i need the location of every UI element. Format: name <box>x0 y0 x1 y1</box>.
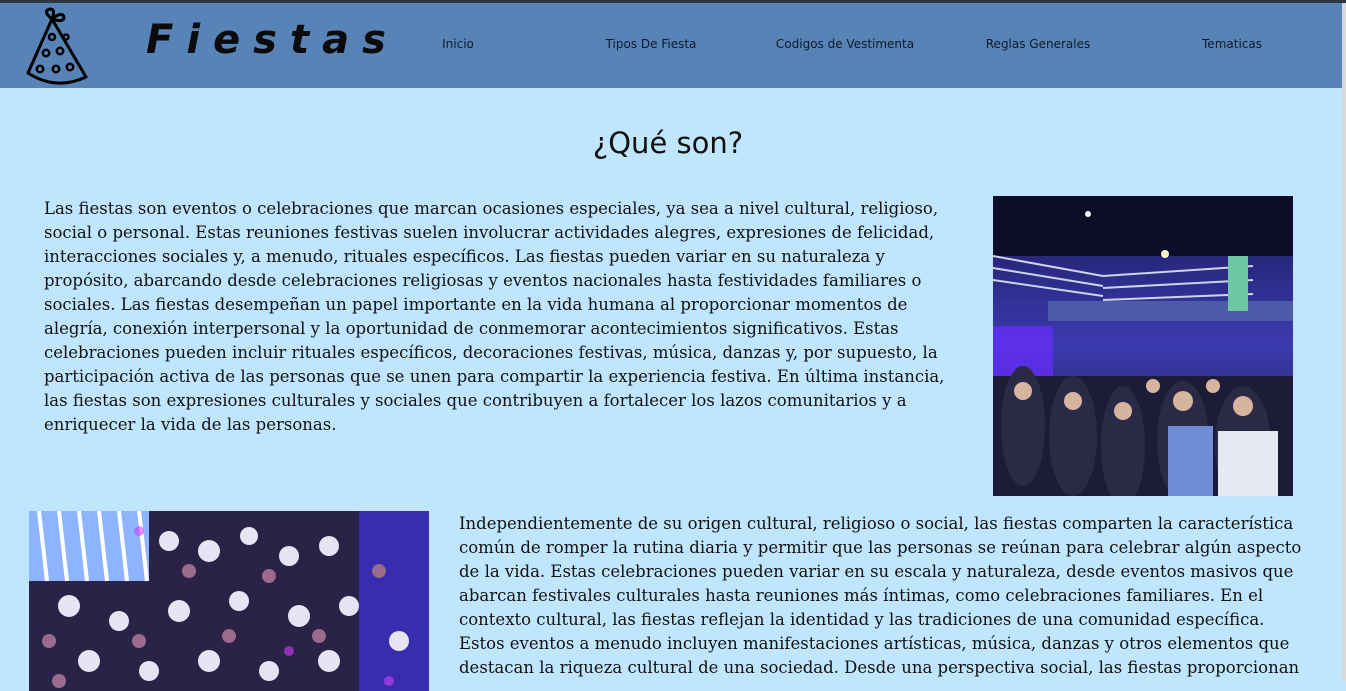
second-paragraph: Independientemente de su origen cultural… <box>459 514 1302 677</box>
nav-tematicas[interactable]: Tematicas <box>1202 37 1262 51</box>
brand-title: Fiestas <box>146 17 399 63</box>
nightclub-photo <box>993 196 1293 496</box>
party-hat-icon[interactable] <box>22 7 94 87</box>
intro-paragraph: Las fiestas son eventos o celebraciones … <box>44 199 945 434</box>
nav-tipos-de-fiesta[interactable]: Tipos De Fiesta <box>606 37 697 51</box>
navbar: Fiestas Inicio Tipos De Fiesta Codigos d… <box>0 3 1342 88</box>
section-title: ¿Qué son? <box>592 126 744 160</box>
nav-inicio[interactable]: Inicio <box>442 37 474 51</box>
nav-reglas-generales[interactable]: Reglas Generales <box>986 37 1090 51</box>
party-crowd-photo <box>29 511 429 691</box>
nav-codigos-de-vestimenta[interactable]: Codigos de Vestimenta <box>776 37 914 51</box>
page-scrollbar[interactable] <box>1342 3 1346 681</box>
